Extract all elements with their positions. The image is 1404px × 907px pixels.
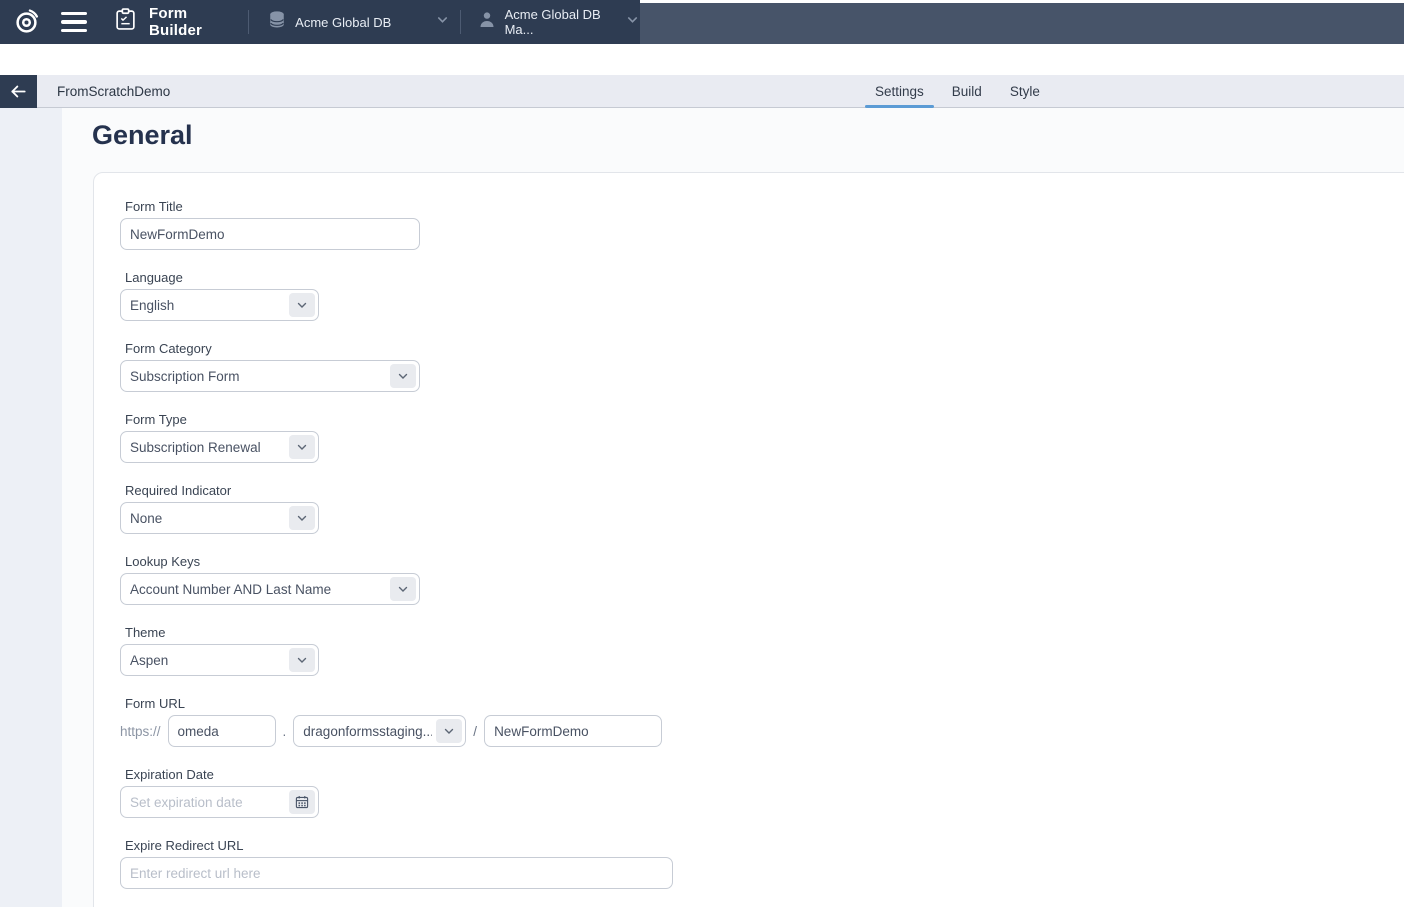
main-panel: General Form Title Language English Form… <box>62 108 1404 907</box>
language-select[interactable]: English <box>120 289 319 321</box>
tab-settings[interactable]: Settings <box>875 75 924 107</box>
lookup-keys-label: Lookup Keys <box>125 554 1404 569</box>
top-nav-right-fill <box>640 3 1404 44</box>
calendar-icon[interactable] <box>289 790 315 814</box>
tab-build[interactable]: Build <box>952 75 982 107</box>
expiration-date-input[interactable]: Set expiration date <box>120 786 319 818</box>
form-title-field: Form Title <box>120 199 1404 250</box>
expiration-date-label: Expiration Date <box>125 767 1404 782</box>
url-domain-select[interactable]: dragonformsstaging.... <box>293 715 466 747</box>
theme-select[interactable]: Aspen <box>120 644 319 676</box>
url-slash-separator: / <box>473 724 477 739</box>
form-category-field: Form Category Subscription Form <box>120 341 1404 392</box>
user-selector-label: Acme Global DB Ma... <box>505 7 625 37</box>
tab-style[interactable]: Style <box>1010 75 1040 107</box>
url-dot-separator: . <box>283 724 287 739</box>
top-nav-left: Form Builder Acme Global DB <box>0 0 640 44</box>
header-gap <box>0 44 1404 75</box>
user-selector[interactable]: Acme Global DB Ma... <box>471 0 640 44</box>
back-button[interactable] <box>0 75 37 108</box>
form-type-select[interactable]: Subscription Renewal <box>120 431 319 463</box>
chevron-down-icon <box>436 719 462 743</box>
omeda-logo-icon[interactable] <box>13 8 40 36</box>
expiration-date-field: Expiration Date Set expiration date <box>120 767 1404 818</box>
form-name-breadcrumb: FromScratchDemo <box>57 84 170 99</box>
form-category-select[interactable]: Subscription Form <box>120 360 420 392</box>
required-indicator-label: Required Indicator <box>125 483 1404 498</box>
form-type-field: Form Type Subscription Renewal <box>120 412 1404 463</box>
form-url-field: Form URL https:// . dragonformsstaging..… <box>120 696 1404 747</box>
url-subdomain-input[interactable] <box>168 715 276 747</box>
chevron-down-icon <box>289 506 315 530</box>
url-path-input[interactable] <box>484 715 662 747</box>
form-title-input[interactable] <box>120 218 420 250</box>
app-title-block: Form Builder <box>115 5 238 39</box>
lookup-keys-select[interactable]: Account Number AND Last Name <box>120 573 420 605</box>
expire-redirect-url-input[interactable] <box>120 857 673 889</box>
chevron-down-icon <box>435 12 450 32</box>
chevron-down-icon <box>289 293 315 317</box>
required-indicator-field: Required Indicator None <box>120 483 1404 534</box>
language-label: Language <box>125 270 1404 285</box>
chevron-down-icon <box>390 577 416 601</box>
required-indicator-select[interactable]: None <box>120 502 319 534</box>
language-field: Language English <box>120 270 1404 321</box>
form-url-row: https:// . dragonformsstaging.... / <box>120 715 1404 747</box>
database-selector[interactable]: Acme Global DB <box>261 0 449 44</box>
database-selector-label: Acme Global DB <box>295 15 391 30</box>
theme-field: Theme Aspen <box>120 625 1404 676</box>
expire-redirect-url-field: Expire Redirect URL <box>120 838 1404 889</box>
content-area: General Form Title Language English Form… <box>0 108 1404 907</box>
form-toolbar: FromScratchDemo Settings Build Style <box>0 75 1404 108</box>
chevron-down-icon <box>625 12 640 32</box>
nav-divider <box>460 10 461 34</box>
page-title: General <box>92 121 1404 149</box>
chevron-down-icon <box>390 364 416 388</box>
arrow-left-icon <box>9 83 28 100</box>
general-settings-card: Form Title Language English Form Categor… <box>93 172 1404 907</box>
nav-divider <box>248 10 249 34</box>
database-icon <box>269 11 285 33</box>
url-protocol-text: https:// <box>120 724 161 739</box>
app-title: Form Builder <box>149 5 238 39</box>
chevron-down-icon <box>289 435 315 459</box>
form-type-label: Form Type <box>125 412 1404 427</box>
form-category-label: Form Category <box>125 341 1404 356</box>
theme-label: Theme <box>125 625 1404 640</box>
toolbar-tabs: Settings Build Style <box>875 75 1040 107</box>
form-title-label: Form Title <box>125 199 1404 214</box>
form-builder-icon <box>115 8 136 36</box>
chevron-down-icon <box>289 648 315 672</box>
menu-hamburger-icon[interactable] <box>61 12 87 32</box>
person-icon <box>479 11 495 33</box>
left-sidebar-strip <box>0 108 62 907</box>
form-url-label: Form URL <box>125 696 1404 711</box>
expire-redirect-url-label: Expire Redirect URL <box>125 838 1404 853</box>
top-nav-bar: Form Builder Acme Global DB <box>0 0 1404 44</box>
lookup-keys-field: Lookup Keys Account Number AND Last Name <box>120 554 1404 605</box>
